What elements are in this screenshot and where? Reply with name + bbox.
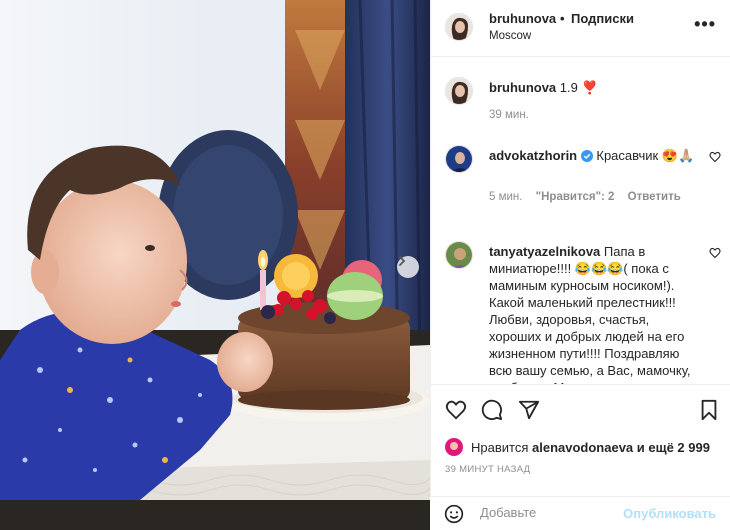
publish-button[interactable]: Опубликовать (623, 506, 716, 521)
comment-text: Красавчик 😍🙏🏼 (596, 148, 695, 163)
caption-item: bruhunova 1.9 ❣️ 39 мин. (431, 77, 730, 147)
caption-avatar[interactable] (445, 77, 473, 105)
comment-meta: 5 мин. "Нравится": 2 Ответить (489, 191, 691, 203)
more-options-button[interactable]: ••• (694, 14, 716, 35)
avatar-image (446, 146, 472, 172)
caption-time[interactable]: 39 мин. (489, 109, 529, 121)
heart-icon[interactable] (445, 399, 467, 421)
following-button[interactable]: Подписки (571, 11, 634, 26)
separator-dot: • (560, 11, 565, 26)
likes-summary: Нравится alenavodonaeva и ещё 2 999 (445, 438, 710, 456)
caption-username[interactable]: bruhunova (489, 80, 556, 95)
comment-body: advokatzhorin Красавчик 😍🙏🏼 (489, 147, 703, 164)
author-username[interactable]: bruhunova (489, 11, 556, 26)
avatar-image (446, 14, 472, 40)
commenter-username[interactable]: tanyatyazelnikova (489, 244, 600, 259)
comment-item: advokatzhorin Красавчик 😍🙏🏼 5 мин. "Нрав… (431, 145, 730, 215)
author-avatar[interactable] (445, 13, 473, 41)
reply-button[interactable]: Ответить (628, 191, 681, 203)
avatar-image (446, 242, 472, 268)
post-location[interactable]: Moscow (489, 30, 531, 42)
commenter-avatar[interactable] (445, 145, 473, 173)
add-comment-bar: Опубликовать (430, 496, 730, 530)
post-timestamp[interactable]: 39 МИНУТ НАЗАД (445, 464, 530, 475)
share-icon[interactable] (518, 399, 540, 421)
caption-text: 1.9 ❣️ (559, 80, 598, 95)
caption-body: bruhunova 1.9 ❣️ (489, 79, 703, 96)
comment-input[interactable] (480, 505, 620, 520)
commenter-avatar[interactable] (445, 241, 473, 269)
avatar-image (445, 438, 463, 456)
liker-username[interactable]: alenavodonaeva (532, 440, 633, 455)
comment-item: tanyatyazelnikova Папа в миниатюре!!!! 😂… (431, 241, 730, 384)
liker-avatar[interactable] (445, 438, 463, 456)
comment-icon[interactable] (481, 399, 503, 421)
likes-prefix: Нравится (471, 439, 529, 455)
post-sidebar: bruhunova • Подписки Moscow ••• bruhunov… (430, 0, 730, 530)
like-comment-heart-icon[interactable] (709, 247, 721, 259)
like-comment-heart-icon[interactable] (709, 151, 721, 163)
caption-meta: 39 мин. (489, 109, 539, 121)
post-header: bruhunova • Подписки Moscow ••• (431, 0, 730, 57)
bookmark-icon[interactable] (699, 399, 719, 421)
next-photo-button[interactable] (397, 256, 419, 278)
comment-likes-count[interactable]: "Нравится": 2 (536, 191, 615, 203)
likes-others-count[interactable]: и ещё 2 999 (637, 440, 710, 455)
comment-time[interactable]: 5 мин. (489, 191, 522, 203)
comments-list[interactable]: bruhunova 1.9 ❣️ 39 мин. advokatzhorin К… (431, 57, 730, 384)
comment-body: tanyatyazelnikova Папа в миниатюре!!!! 😂… (489, 243, 703, 384)
next-arrow-icon (399, 256, 406, 266)
comment-text: Папа в миниатюре!!!! 😂😂😂( пока с маминым… (489, 244, 691, 384)
avatar-image (446, 78, 472, 104)
photo-illustration (0, 0, 430, 530)
post-photo (0, 0, 430, 530)
commenter-username[interactable]: advokatzhorin (489, 148, 577, 163)
emoji-icon[interactable] (444, 504, 464, 524)
verified-icon (580, 150, 593, 162)
